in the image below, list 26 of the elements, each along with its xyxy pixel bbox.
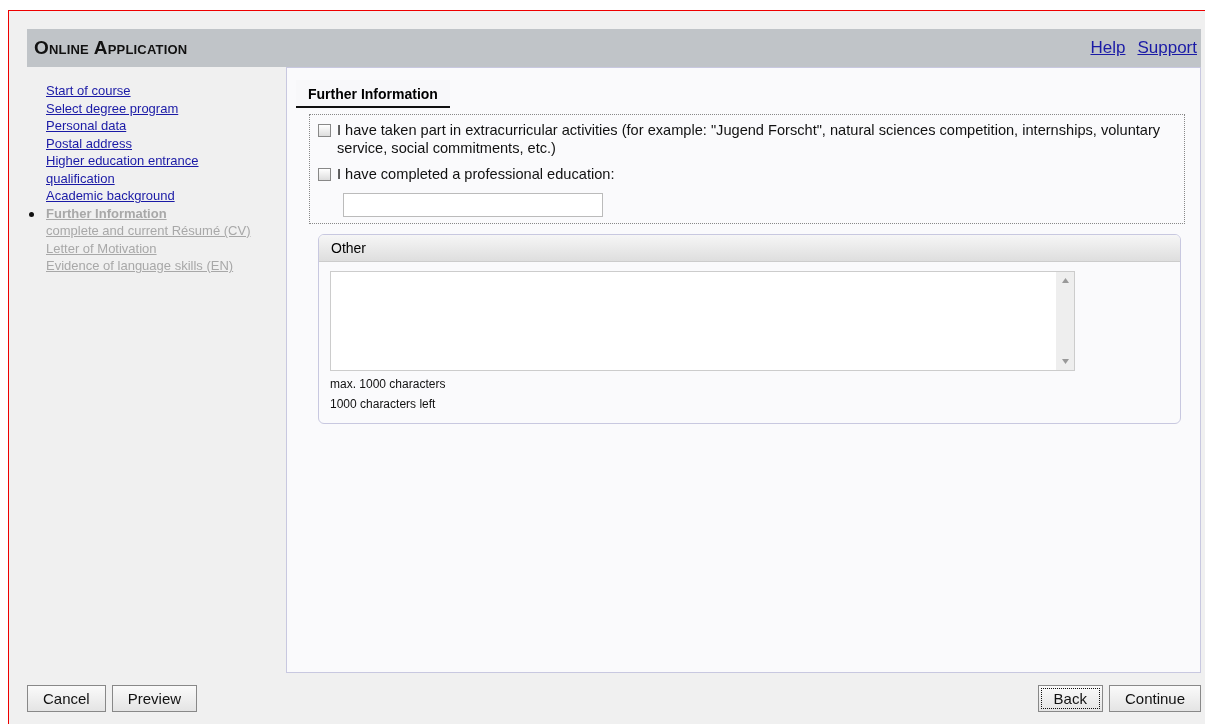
- nav-link[interactable]: Academic background: [46, 187, 175, 205]
- scroll-up-icon[interactable]: [1061, 278, 1069, 283]
- checkbox[interactable]: [318, 124, 331, 137]
- nav-link[interactable]: Select degree program: [46, 99, 179, 117]
- footer-button[interactable]: Back: [1037, 684, 1103, 712]
- input-field[interactable]: [343, 193, 603, 217]
- nav-link[interactable]: Higher education entrance qualification: [46, 152, 256, 187]
- text-area[interactable]: [330, 271, 1075, 371]
- bullet-icon: [29, 211, 34, 217]
- scroll-bar[interactable]: [1056, 272, 1074, 370]
- footer-button[interactable]: Cancel: [27, 684, 106, 712]
- scroll-down-icon[interactable]: [1061, 359, 1069, 364]
- footer-button[interactable]: Continue: [1108, 684, 1201, 712]
- nav-link[interactable]: Personal data: [46, 117, 127, 135]
- help-link[interactable]: Help: [1090, 38, 1126, 58]
- app-title: Online Application: [34, 37, 188, 59]
- nav-link[interactable]: Postal address: [46, 134, 132, 152]
- panel-title: Other: [319, 235, 1180, 262]
- hint-text: 1000 characters left: [330, 397, 437, 411]
- nav-link[interactable]: Start of course: [46, 82, 131, 100]
- hint-text: max. 1000 characters: [330, 377, 447, 391]
- checkbox-label: I have completed a professional education:: [337, 165, 615, 183]
- footer-button[interactable]: Preview: [111, 684, 198, 712]
- checkbox[interactable]: [318, 168, 331, 181]
- support-link[interactable]: Support: [1137, 38, 1197, 58]
- checkbox-label: I have taken part in extracurricular activities (for example: "Jugend Forscht", natural sciences competition, internships, voluntary service, social commitments, etc.): [337, 121, 1162, 157]
